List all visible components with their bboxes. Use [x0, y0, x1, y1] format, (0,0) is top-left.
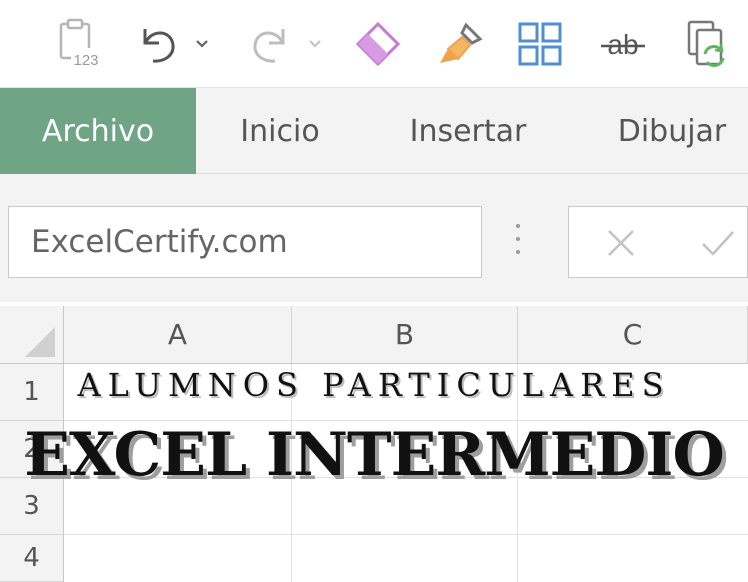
confirm-button[interactable]	[687, 207, 748, 279]
overlay-subtitle: ALUMNOS PARTICULARES	[77, 366, 671, 404]
svg-text:ab: ab	[607, 29, 638, 60]
column-header-b[interactable]: B	[292, 306, 518, 364]
formula-actions	[568, 206, 748, 278]
name-box[interactable]: ExcelCertify.com	[8, 206, 482, 278]
row-gridline	[64, 534, 748, 535]
undo-icon	[143, 29, 175, 63]
paste-values-icon: 123	[59, 18, 101, 69]
tab-label: Dibujar	[617, 113, 727, 149]
cancel-button[interactable]	[589, 207, 653, 279]
grid-layout-icon	[518, 22, 562, 66]
chevron-down-icon	[309, 40, 321, 48]
strikethrough-button[interactable]: ab	[596, 18, 650, 70]
eraser-icon	[355, 21, 401, 67]
ribbon-tabs: Archivo Inicio Insertar Dibujar	[0, 88, 748, 174]
tab-inicio[interactable]: Inicio	[212, 88, 348, 174]
undo-dropdown-button[interactable]	[188, 18, 216, 70]
refresh-copy-button[interactable]	[682, 18, 734, 70]
name-box-value: ExcelCertify.com	[31, 224, 288, 260]
quick-access-toolbar: 123 ab	[0, 0, 748, 88]
chevron-down-icon	[196, 40, 208, 48]
cancel-x-icon	[608, 230, 634, 256]
clear-eraser-button[interactable]	[352, 18, 404, 70]
row-header-4[interactable]: 4	[0, 535, 64, 582]
format-painter-button[interactable]	[434, 18, 488, 70]
paste-values-button[interactable]: 123	[52, 18, 108, 70]
refresh-copy-icon	[687, 20, 725, 67]
redo-dropdown-button[interactable]	[302, 18, 328, 70]
formula-bar: ExcelCertify.com	[0, 174, 748, 302]
overlay-title: EXCEL INTERMEDIO	[24, 420, 724, 490]
select-all-corner[interactable]	[0, 306, 64, 364]
undo-button[interactable]	[132, 18, 184, 70]
strikethrough-icon: ab	[601, 29, 645, 60]
tab-archivo[interactable]: Archivo	[0, 88, 196, 174]
svg-text:123: 123	[73, 52, 98, 69]
tab-insertar[interactable]: Insertar	[388, 88, 548, 174]
tab-label: Archivo	[41, 113, 155, 149]
tab-label: Insertar	[409, 113, 527, 149]
column-header-a[interactable]: A	[64, 306, 292, 364]
grid-layout-button[interactable]	[514, 18, 566, 70]
column-header-c[interactable]: C	[518, 306, 748, 364]
tab-dibujar[interactable]: Dibujar	[596, 88, 748, 174]
format-painter-icon	[440, 22, 483, 63]
confirm-check-icon	[702, 231, 734, 256]
redo-button[interactable]	[244, 18, 296, 70]
more-options-icon[interactable]	[514, 224, 522, 260]
tab-label: Inicio	[240, 113, 320, 149]
redo-icon	[253, 29, 285, 63]
